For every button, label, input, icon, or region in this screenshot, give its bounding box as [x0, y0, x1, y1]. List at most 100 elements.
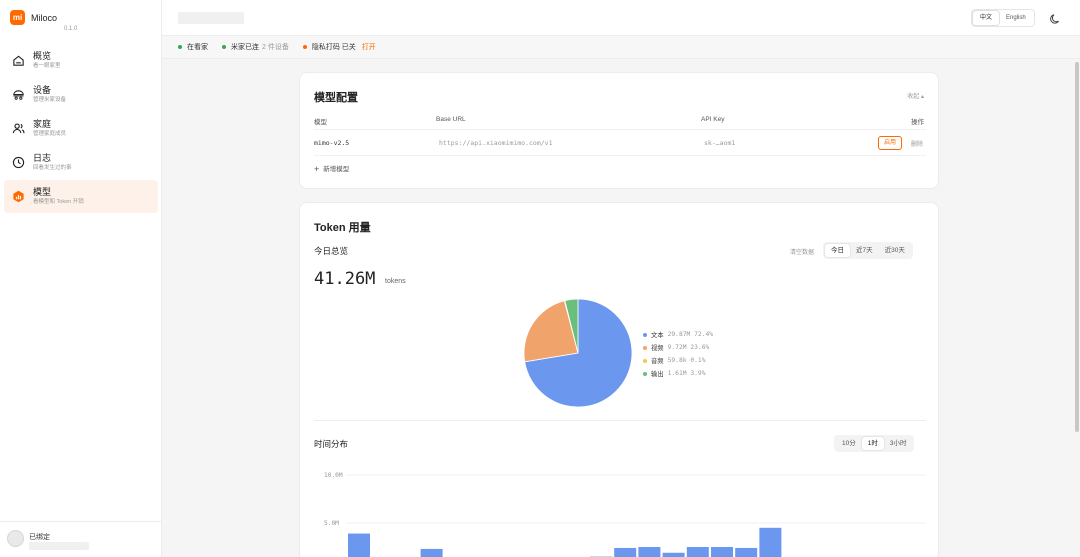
y-tick-label: 5.0M	[324, 520, 339, 527]
collapse-button[interactable]: 收起 ▴	[907, 91, 924, 100]
status-watching-label: 在看家	[187, 44, 208, 51]
sidebar-item-label: 设备	[33, 84, 52, 95]
sidebar-item-label: 概览	[33, 50, 52, 61]
sidebar-nav: 概览 看一眼家里 设备 管理米家设备 家庭 管理家庭成员 日志 回看发生过的事 …	[4, 44, 158, 214]
tab-30days[interactable]: 近30天	[879, 244, 911, 257]
model-api-key: sk-…aom1	[704, 139, 736, 147]
range-tabs: 今日 近7天 近30天	[823, 242, 913, 259]
avatar[interactable]	[7, 530, 24, 547]
model-config-card: 模型配置 收起 ▴ 模型 Base URL API Key 操作 mimo-v2…	[299, 72, 939, 189]
token-total-unit: tokens	[385, 278, 406, 285]
legend-value: 9.72M 23.6%	[667, 344, 710, 351]
legend-item: 视频 9.72M 23.6%	[643, 341, 713, 354]
legend-item: 文本 29.87M 72.4%	[643, 328, 713, 341]
robot-icon	[11, 88, 25, 102]
privacy-enable-link[interactable]: 打开	[362, 42, 376, 52]
legend-value: 59.8k 0.1%	[667, 357, 706, 364]
scroll-thumb[interactable]	[1075, 62, 1079, 432]
tab-3hours[interactable]: 3小时	[884, 437, 913, 450]
sidebar: mi Miloco 0.1.0 概览 看一眼家里 设备 管理米家设备 家庭 管理…	[0, 0, 162, 557]
model-config-title: 模型配置	[314, 92, 358, 104]
section-divider	[314, 420, 926, 421]
status-watching: 在看家	[178, 42, 208, 52]
lang-zh-button[interactable]: 中文	[973, 11, 1000, 25]
bar-1[interactable]	[348, 533, 370, 557]
time-distribution-title: 时间分布	[314, 439, 349, 449]
status-bar: 在看家 米家已连 2 件设备 隐私打码 已关 打开	[162, 36, 1080, 59]
bar-16[interactable]	[711, 547, 733, 557]
sidebar-item-family[interactable]: 家庭 管理家庭成员	[4, 112, 158, 145]
tab-7days[interactable]: 近7天	[850, 244, 879, 257]
brand[interactable]: mi Miloco	[10, 10, 57, 25]
table-divider	[314, 155, 926, 156]
clock-icon	[11, 156, 25, 170]
sidebar-item-devices[interactable]: 设备 管理米家设备	[4, 78, 158, 111]
status-mijia: 米家已连 2 件设备	[222, 42, 289, 52]
account-id-redacted	[29, 542, 89, 550]
bar-12[interactable]	[614, 547, 637, 557]
interval-tabs: 10分 1时 3小时	[834, 435, 915, 452]
bar-15[interactable]	[686, 547, 709, 557]
lang-en-button[interactable]: English	[999, 11, 1033, 25]
legend-label: 视频	[651, 345, 664, 352]
bar-4[interactable]	[420, 548, 443, 557]
legend-value: 1.61M 3.9%	[667, 370, 706, 377]
model-base-url: https://api.xiaomimimo.com/v1	[439, 139, 553, 147]
token-usage-card: Token 用量 今日总览 清空数据 今日 近7天 近30天 41.26M to…	[299, 202, 939, 557]
tab-1hour[interactable]: 1时	[861, 437, 884, 450]
bound-status: 已绑定	[29, 534, 50, 541]
collapse-label: 收起	[907, 94, 920, 100]
main-scrollbar[interactable]	[1074, 60, 1080, 557]
bar-17[interactable]	[735, 547, 758, 557]
y-tick-label: 10.0M	[324, 472, 343, 479]
app-version: 0.1.0	[64, 26, 78, 32]
sidebar-item-label: 家庭	[33, 118, 52, 129]
sidebar-item-desc: 管理米家设备	[33, 96, 67, 103]
sidebar-item-overview[interactable]: 概览 看一眼家里	[4, 44, 158, 77]
today-overview-title: 今日总览	[314, 246, 349, 256]
moon-icon[interactable]	[1049, 12, 1061, 24]
pie-legend: 文本 29.87M 72.4% 视频 9.72M 23.6% 音频 59.8k …	[643, 328, 713, 380]
sidebar-item-desc: 看一眼家里	[33, 62, 61, 69]
col-header-base-url: Base URL	[436, 116, 466, 123]
status-dot-warn	[302, 45, 307, 49]
status-dot-ok	[178, 45, 182, 49]
sidebar-item-models[interactable]: 模型 看模型和 Token 开销	[4, 180, 158, 213]
status-dot-ok	[222, 45, 226, 49]
bar-18[interactable]	[759, 527, 782, 557]
chevron-up-icon: ▴	[920, 94, 924, 100]
token-total: 41.26M	[314, 269, 376, 289]
legend-swatch	[643, 332, 647, 337]
users-icon	[11, 122, 25, 136]
legend-swatch	[643, 345, 647, 350]
delete-button[interactable]: 删除	[911, 139, 923, 148]
status-mijia-label: 米家已连	[231, 44, 259, 51]
chart-icon	[11, 190, 25, 204]
account-footer[interactable]: 已绑定	[0, 521, 161, 557]
status-privacy: 隐私打码 已关 打开	[302, 42, 376, 52]
device-count: 2 件设备	[262, 44, 289, 51]
model-name: mimo-v2.5	[314, 139, 350, 147]
col-header-model: 模型	[314, 119, 327, 126]
tab-today[interactable]: 今日	[825, 244, 850, 257]
clear-data-button[interactable]: 清空数据	[790, 247, 814, 256]
sidebar-item-logs[interactable]: 日志 回看发生过的事	[4, 146, 158, 179]
add-model-button[interactable]: + 新增模型	[314, 163, 349, 174]
sidebar-item-desc: 回看发生过的事	[33, 164, 72, 171]
legend-item: 输出 1.61M 3.9%	[643, 367, 713, 380]
legend-label: 音频	[651, 358, 664, 365]
time-bar-chart: 10.0M 5.0M	[324, 472, 926, 557]
legend-value: 29.87M 72.4%	[667, 331, 714, 338]
plus-icon: +	[314, 164, 320, 174]
sidebar-item-label: 模型	[33, 186, 52, 197]
bar-13[interactable]	[638, 547, 661, 557]
sidebar-item-desc: 看模型和 Token 开销	[33, 198, 84, 205]
token-usage-title: Token 用量	[314, 222, 371, 234]
tab-10min[interactable]: 10分	[836, 437, 862, 450]
legend-swatch	[643, 358, 647, 363]
legend-label: 输出	[651, 371, 664, 378]
token-pie-chart	[524, 299, 632, 407]
bar-14[interactable]	[662, 552, 685, 557]
app-name: Miloco	[31, 12, 58, 23]
enabled-button[interactable]: 启用	[878, 136, 903, 150]
